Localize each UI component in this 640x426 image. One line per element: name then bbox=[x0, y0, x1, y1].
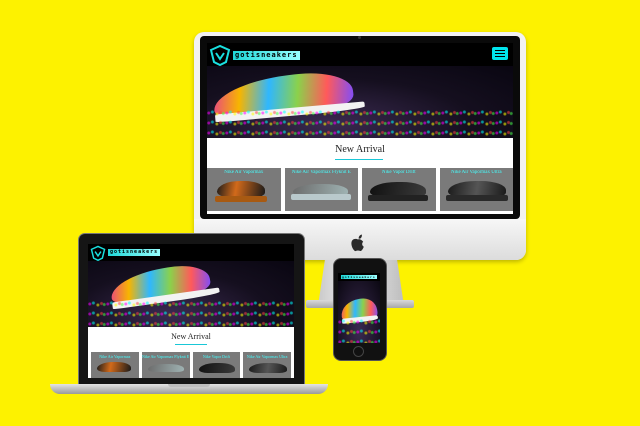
product-image bbox=[97, 362, 131, 372]
hero-banner bbox=[88, 261, 294, 327]
product-name[interactable]: Nike Air Vapormax Ultra bbox=[243, 354, 291, 359]
product-card[interactable]: Nike Air Vapormax Flyknit E bbox=[141, 352, 190, 378]
brand-logo-text[interactable]: gotisneakers bbox=[233, 51, 300, 60]
hamburger-menu-icon[interactable] bbox=[492, 47, 508, 60]
product-name[interactable]: Nike Vapor Drift bbox=[193, 354, 241, 359]
section-underline bbox=[175, 344, 207, 345]
home-button[interactable] bbox=[353, 346, 364, 357]
hero-sneaker-sole bbox=[214, 101, 366, 123]
hero-sneaker-image bbox=[211, 67, 355, 123]
product-image bbox=[198, 363, 235, 373]
product-name[interactable]: Nike Air Vapormax Flyknit E bbox=[142, 354, 190, 359]
product-card[interactable]: Nike Air Vapormax bbox=[207, 168, 281, 211]
apple-logo-icon bbox=[351, 234, 364, 252]
site-header: gotisneakers bbox=[88, 244, 294, 261]
brand-logo-icon bbox=[90, 245, 106, 261]
product-name[interactable]: Nike Air Vapormax Flyknit E bbox=[285, 170, 359, 175]
hero-sneaker-image bbox=[108, 261, 212, 308]
phone-screen: gotisneakers bbox=[338, 273, 380, 343]
brand-logo-text[interactable]: gotisneakers bbox=[108, 249, 161, 256]
product-name[interactable]: Nike Air Vapormax bbox=[207, 170, 281, 175]
brand-logo-text[interactable]: gotisneakers bbox=[341, 275, 377, 279]
product-card[interactable]: Nike Air Vapormax Ultra bbox=[439, 168, 514, 211]
product-name[interactable]: Nike Vapor Drift bbox=[362, 170, 436, 175]
brand-logo-icon bbox=[209, 44, 231, 66]
product-image bbox=[217, 181, 265, 197]
product-card[interactable]: Nike Air Vapormax Ultra bbox=[243, 352, 291, 378]
product-sole bbox=[290, 194, 351, 200]
laptop-notch bbox=[168, 384, 210, 387]
section-underline bbox=[335, 159, 383, 160]
desktop-screen: gotisneakers New Arrival Nike Air Vaporm… bbox=[207, 43, 513, 214]
product-grid: Nike Air Vapormax Nike Air Vapormax Flyk… bbox=[91, 352, 291, 378]
product-name[interactable]: Nike Air Vapormax Ultra bbox=[440, 170, 514, 175]
product-card[interactable]: Nike Vapor Drift bbox=[192, 352, 241, 378]
product-card[interactable]: Nike Air Vapormax bbox=[91, 352, 139, 378]
site-header: gotisneakers bbox=[207, 43, 513, 66]
product-card[interactable]: Nike Air Vapormax Flyknit E bbox=[284, 168, 359, 211]
site-header: gotisneakers bbox=[338, 273, 380, 281]
product-sole bbox=[368, 195, 428, 201]
hero-sneaker-image bbox=[339, 296, 379, 324]
product-sole bbox=[215, 196, 267, 202]
section-title: New Arrival bbox=[335, 144, 385, 155]
hero-sneaker-sole bbox=[341, 315, 379, 324]
section-title: New Arrival bbox=[171, 332, 211, 341]
product-image bbox=[249, 363, 288, 373]
product-card[interactable]: Nike Vapor Drift bbox=[362, 168, 436, 211]
product-grid: Nike Air Vapormax Nike Air Vapormax Flyk… bbox=[207, 168, 513, 211]
laptop-screen: gotisneakers New Arrival Nike Air Vaporm… bbox=[88, 244, 294, 378]
hero-banner bbox=[207, 66, 513, 138]
product-sole bbox=[445, 195, 508, 201]
camera-icon bbox=[358, 36, 361, 39]
product-image bbox=[147, 364, 184, 372]
hero-banner bbox=[338, 281, 380, 343]
product-name[interactable]: Nike Air Vapormax bbox=[91, 354, 139, 359]
